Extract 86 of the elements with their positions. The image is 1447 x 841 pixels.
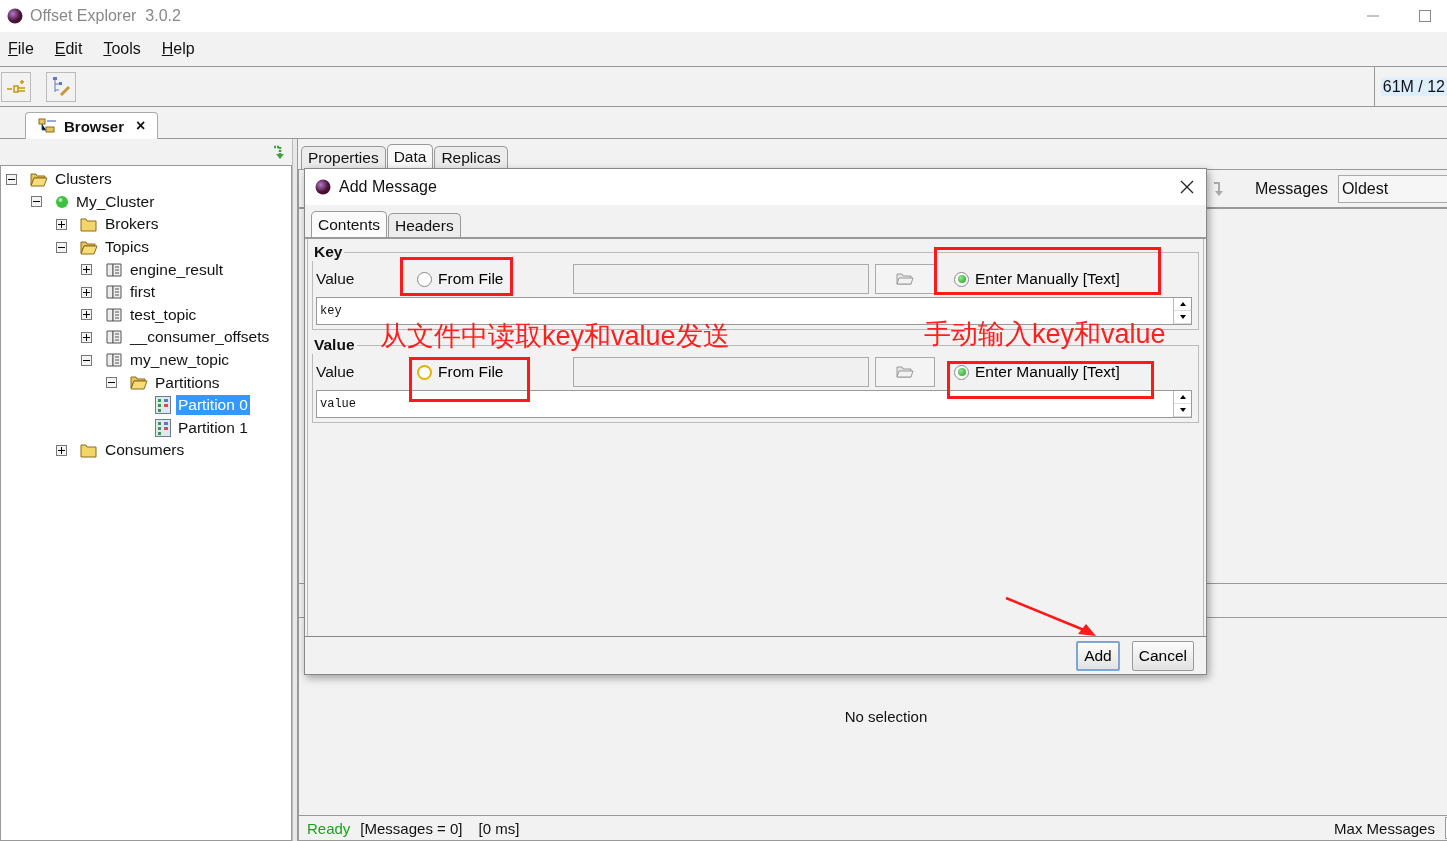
status-dot-icon <box>55 194 69 209</box>
tab[interactable]: Replicas <box>434 146 508 169</box>
section-title: Key <box>313 243 344 261</box>
expand-toggle[interactable] <box>106 377 117 389</box>
down-arrow-icon <box>1179 315 1186 319</box>
plug-icon <box>6 78 26 95</box>
window-title: Offset Explorer 3.0.2 <box>30 7 181 25</box>
tree-item[interactable]: Brokers <box>103 214 161 235</box>
menu-item[interactable]: Tools <box>103 40 141 58</box>
elapsed-time: [0 ms] <box>478 819 520 837</box>
menu-item[interactable]: File <box>8 40 34 58</box>
messages-label: Messages <box>1255 179 1328 198</box>
tree-item[interactable]: engine_result <box>128 259 226 280</box>
field-label: Value <box>316 270 356 288</box>
up-arrow-icon <box>1179 302 1186 306</box>
book-icon <box>105 352 123 369</box>
max-messages-label: Max Messages <box>1334 819 1435 837</box>
tree-item[interactable]: first <box>128 282 157 303</box>
expand-toggle[interactable] <box>81 331 92 343</box>
tab[interactable]: Headers <box>388 213 461 237</box>
close-icon[interactable]: × <box>136 117 146 135</box>
folder-icon <box>80 217 98 232</box>
close-icon <box>1180 180 1194 194</box>
menu-item[interactable]: Help <box>161 40 195 58</box>
up-arrow-icon <box>1179 395 1186 399</box>
book-icon <box>105 261 123 278</box>
expand-toggle[interactable] <box>56 219 67 230</box>
tab[interactable]: Data <box>386 144 434 169</box>
partition-icon <box>155 418 171 437</box>
memory-label: 61M / 12 <box>1380 77 1447 96</box>
folder-icon <box>80 239 98 255</box>
tree-item[interactable]: My_Cluster <box>74 191 157 212</box>
tree-item[interactable]: Consumers <box>103 440 187 461</box>
partition-icon <box>155 396 171 415</box>
messages-dropdown[interactable]: Oldest <box>1337 174 1447 203</box>
folder-icon <box>30 171 48 187</box>
expand-toggle[interactable] <box>81 286 92 298</box>
maximize-icon[interactable] <box>1419 10 1431 22</box>
empty-message: No selection <box>844 708 928 725</box>
tree-edit-icon <box>51 75 71 98</box>
expand-toggle[interactable] <box>81 354 92 366</box>
expand-toggle[interactable] <box>56 444 67 456</box>
tree-item[interactable]: Partition 1 <box>176 417 250 438</box>
tree-item[interactable]: test_topic <box>128 304 199 325</box>
arrow-icon[interactable] <box>271 144 287 160</box>
radio-option[interactable]: Enter Manually [Text] <box>954 270 1120 288</box>
down-arrow-icon <box>1179 408 1186 412</box>
dialog-button[interactable]: Cancel <box>1131 640 1194 671</box>
tab[interactable]: Properties <box>301 146 386 169</box>
expand-toggle[interactable] <box>56 241 67 253</box>
radio-option[interactable]: From File <box>411 270 573 288</box>
browser-tab[interactable]: Browser × <box>25 112 159 139</box>
app-logo-icon <box>315 179 331 195</box>
book-icon <box>105 284 123 301</box>
tree-item[interactable]: Partitions <box>153 372 222 393</box>
folder-icon <box>130 375 148 391</box>
expand-toggle[interactable] <box>81 264 92 276</box>
dialog-title: Add Message <box>339 178 437 196</box>
file-path-field[interactable] <box>573 357 869 387</box>
radio-option[interactable]: From File <box>411 363 573 381</box>
app-logo-icon <box>7 8 23 24</box>
close-button[interactable] <box>1180 180 1194 194</box>
tree-icon <box>38 118 58 134</box>
expand-toggle[interactable] <box>31 196 42 208</box>
expand-toggle[interactable] <box>6 173 17 185</box>
folder-icon <box>80 442 98 458</box>
folder-icon <box>896 365 914 379</box>
menu-item[interactable]: Edit <box>54 40 83 58</box>
file-path-field[interactable] <box>573 264 869 294</box>
tree-item[interactable]: my_new_topic <box>128 350 232 371</box>
field-label: Value <box>316 363 356 381</box>
message-count: [Messages = 0] <box>360 819 463 837</box>
dialog-button[interactable]: Add <box>1076 640 1120 671</box>
book-icon <box>105 306 123 323</box>
section-title: Value <box>313 336 356 354</box>
status-text: Ready <box>307 819 351 837</box>
tree-item[interactable]: __consumer_offsets <box>128 327 272 348</box>
tree-item[interactable]: Clusters <box>53 169 114 190</box>
book-icon <box>105 329 123 346</box>
radio-option[interactable]: Enter Manually [Text] <box>954 363 1120 381</box>
tree-item[interactable]: Topics <box>103 237 151 258</box>
tab[interactable]: Contents <box>311 211 388 237</box>
text-field[interactable]: value <box>316 390 1192 418</box>
toolbar-button[interactable] <box>46 71 76 102</box>
expand-toggle[interactable] <box>81 309 92 321</box>
folder-icon <box>896 272 914 286</box>
